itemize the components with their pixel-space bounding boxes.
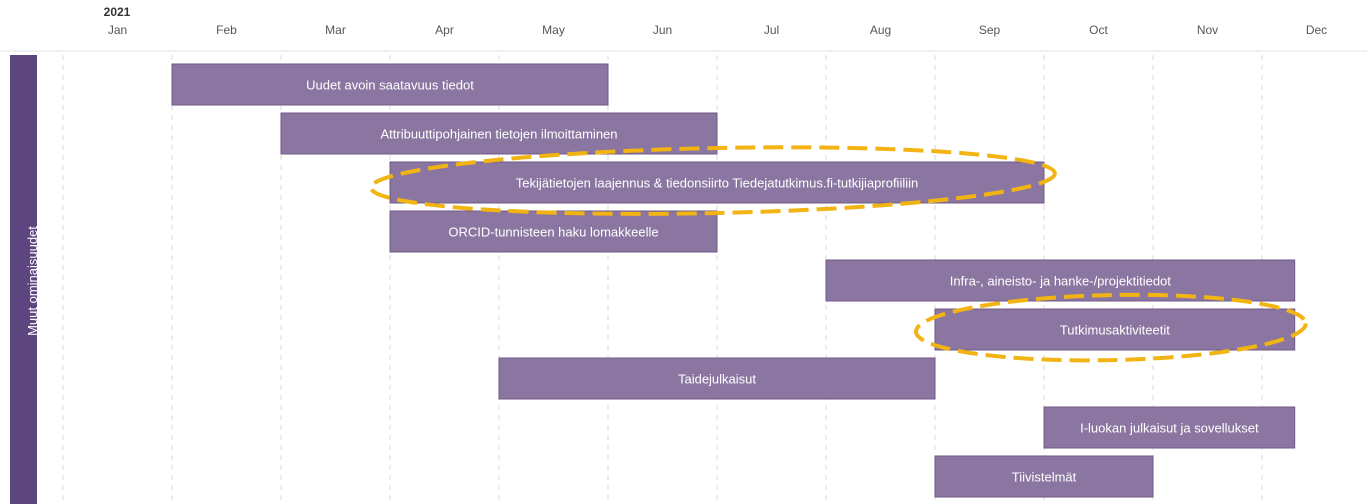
month-label-may: May xyxy=(542,23,565,37)
month-label-apr: Apr xyxy=(435,23,454,37)
task-bar[interactable]: Infra-, aineisto- ja hanke-/projektitied… xyxy=(825,259,1296,302)
month-label-jun: Jun xyxy=(653,23,672,37)
timeline-header: 2021 Jan Feb Mar Apr May Jun Jul Aug Sep Oct Nov De… xyxy=(0,5,1367,52)
task-bar[interactable]: Tiivistelmät xyxy=(934,455,1154,498)
month-label-mar: Mar xyxy=(325,23,346,37)
task-bar-label: I-luokan julkaisut ja sovellukset xyxy=(1080,421,1259,436)
month-label-nov: Nov xyxy=(1197,23,1218,37)
month-label-dec: Dec xyxy=(1306,23,1327,37)
task-bar-label: Taidejulkaisut xyxy=(678,372,756,387)
month-label-feb: Feb xyxy=(216,23,237,37)
task-bar[interactable]: Taidejulkaisut xyxy=(498,357,936,400)
year-label: 2021 xyxy=(104,5,131,19)
month-label-jul: Jul xyxy=(764,23,779,37)
task-bar-label: Attribuuttipohjainen tietojen ilmoittami… xyxy=(380,127,617,142)
task-bar[interactable]: I-luokan julkaisut ja sovellukset xyxy=(1043,406,1296,449)
task-bar[interactable]: Uudet avoin saatavuus tiedot xyxy=(171,63,609,106)
gantt-chart-svg: 2021 Jan Feb Mar Apr May Jun Jul Aug Sep Oct Nov De… xyxy=(0,5,1367,504)
task-bar-label: Tiivistelmät xyxy=(1012,470,1077,485)
task-bar[interactable]: ORCID-tunnisteen haku lomakkeelle xyxy=(389,210,718,253)
month-label-jan: Jan xyxy=(108,23,127,37)
task-bar-label: ORCID-tunnisteen haku lomakkeelle xyxy=(448,225,658,240)
task-bar[interactable]: Tutkimusaktiviteetit xyxy=(934,308,1296,351)
swimlane: Muut ominaisuudet xyxy=(10,55,40,504)
task-bar-label: Tekijätietojen laajennus & tiedonsiirto … xyxy=(516,176,918,191)
swimlane-label: Muut ominaisuudet xyxy=(25,226,40,336)
task-bar-label: Infra-, aineisto- ja hanke-/projektitied… xyxy=(950,274,1172,289)
gantt-chart: 2021 Jan Feb Mar Apr May Jun Jul Aug Sep Oct Nov De… xyxy=(0,0,1367,504)
task-bar-label: Tutkimusaktiviteetit xyxy=(1060,323,1170,338)
month-label-sep: Sep xyxy=(979,23,1001,37)
month-label-oct: Oct xyxy=(1089,23,1108,37)
task-bars: Uudet avoin saatavuus tiedot Attribuuttip… xyxy=(171,63,1296,498)
task-bar[interactable]: Tekijätietojen laajennus & tiedonsiirto … xyxy=(389,161,1045,204)
task-bar-label: Uudet avoin saatavuus tiedot xyxy=(306,78,474,93)
task-bar[interactable]: Attribuuttipohjainen tietojen ilmoittami… xyxy=(280,112,718,155)
month-label-aug: Aug xyxy=(870,23,891,37)
